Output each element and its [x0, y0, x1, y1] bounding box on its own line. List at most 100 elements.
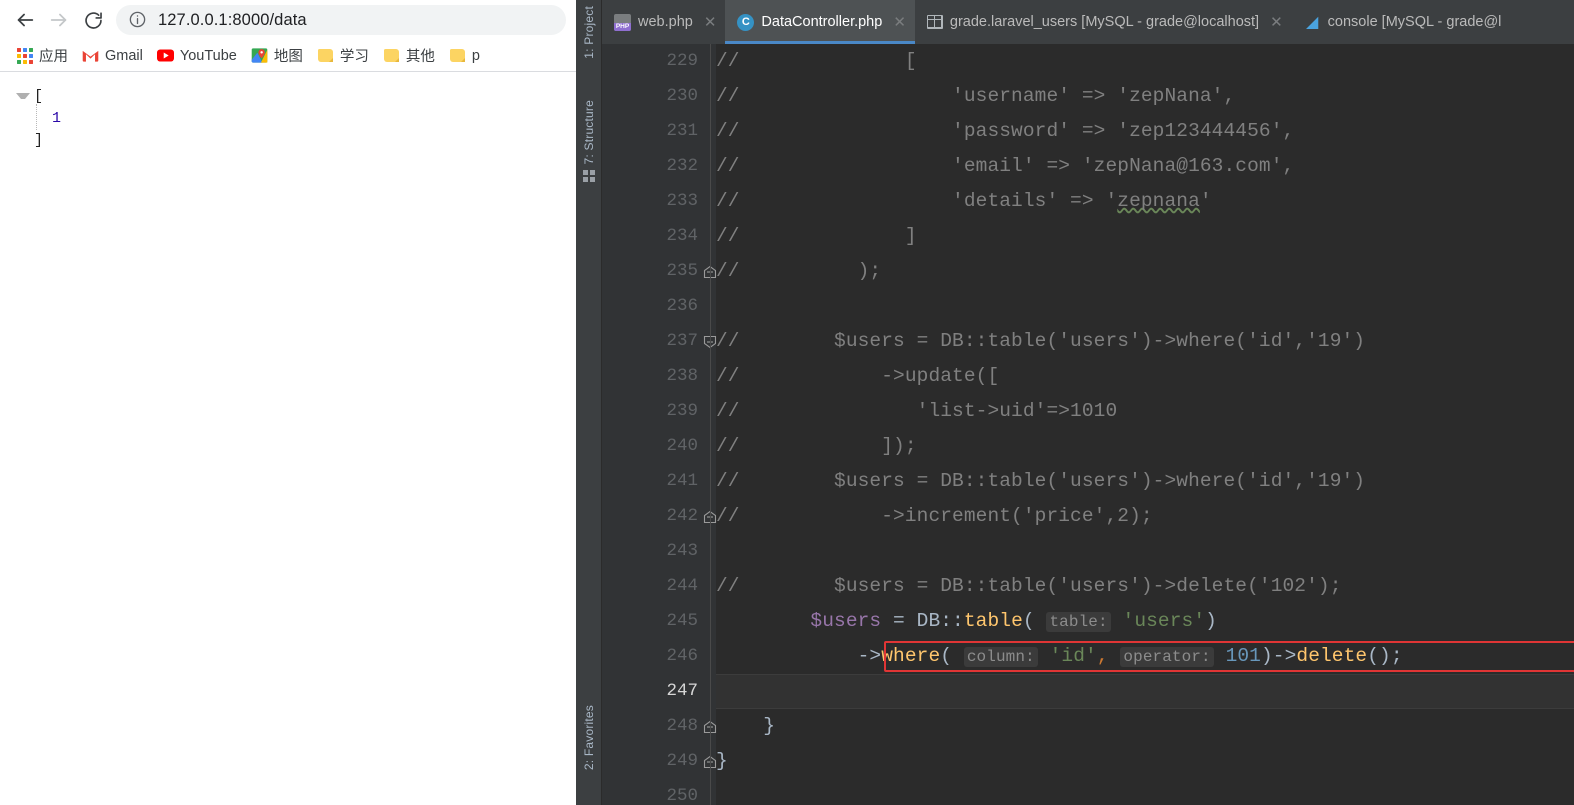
code-line[interactable]: // ] — [716, 219, 1574, 254]
close-icon[interactable]: ✕ — [1270, 15, 1283, 30]
gutter-line[interactable]: 231 — [602, 114, 716, 149]
gutter-line[interactable]: 244 — [602, 569, 716, 604]
bookmark-folder-other[interactable]: 其他 — [377, 42, 443, 69]
tab-label: grade.laravel_users [MySQL - grade@local… — [949, 14, 1260, 30]
gutter-line[interactable]: 229 — [602, 44, 716, 79]
gutter-line[interactable]: 248 — [602, 709, 717, 744]
gutter-line[interactable]: 247 — [602, 674, 716, 709]
code-line[interactable]: // 'username' => 'zepNana', — [716, 79, 1574, 114]
db-console-icon: ◢ — [1306, 13, 1319, 31]
code-line[interactable]: return [$users]; — [716, 674, 1574, 709]
tool-window-project[interactable]: 1: Project — [576, 6, 602, 78]
code-line[interactable]: // ); — [716, 254, 1574, 289]
code-line[interactable]: $users = DB::table( table: 'users') — [716, 604, 1574, 639]
json-value: 1 — [52, 110, 62, 127]
json-array-close-row: ] — [16, 130, 576, 152]
gutter-line[interactable]: 241 — [602, 464, 716, 499]
gutter-line[interactable]: 237 — [602, 324, 717, 359]
forward-button[interactable] — [42, 3, 76, 37]
code-line[interactable] — [716, 779, 1574, 805]
code-token: 'username' => 'zepNana', — [739, 85, 1236, 107]
bookmark-youtube[interactable]: YouTube — [151, 44, 245, 67]
code-token: ) — [1205, 610, 1217, 632]
gutter-line[interactable]: 238 — [602, 359, 716, 394]
tab-grade-laravel-users[interactable]: grade.laravel_users [MySQL - grade@local… — [915, 0, 1292, 44]
code-line[interactable]: ->where( column: 'id', operator: 101)->d… — [716, 639, 1574, 674]
site-info-icon[interactable] — [128, 10, 148, 30]
code-line[interactable]: // ]); — [716, 429, 1574, 464]
code-line[interactable] — [716, 289, 1574, 324]
code-token: $users = DB::table('users')->where('id',… — [739, 330, 1366, 352]
code-token: } — [716, 750, 728, 772]
bookmarks-bar: 应用 Gmail YouTube 地图 学习 其他 p — [0, 40, 576, 72]
back-button[interactable] — [8, 3, 42, 37]
gutter-line[interactable]: 239 — [602, 394, 716, 429]
close-icon[interactable]: ✕ — [704, 15, 717, 30]
gutter-line[interactable]: 230 — [602, 79, 716, 114]
gutter-line[interactable]: 235 — [602, 254, 717, 289]
gutter-line[interactable]: 245 — [602, 604, 716, 639]
folder-icon — [583, 65, 596, 78]
bookmark-gmail[interactable]: Gmail — [76, 44, 151, 67]
code-line[interactable]: } — [716, 709, 1574, 744]
close-icon[interactable]: ✕ — [893, 15, 906, 30]
code-line[interactable] — [716, 534, 1574, 569]
line-number: 236 — [666, 296, 698, 316]
code-line[interactable]: // $users = DB::table('users')->delete('… — [716, 569, 1574, 604]
tab-label: web.php — [638, 14, 693, 30]
code-line[interactable]: } — [716, 744, 1574, 779]
gutter-line[interactable]: 249 — [602, 744, 717, 779]
code-token: // — [716, 190, 740, 212]
gutter-line[interactable]: 234 — [602, 219, 716, 254]
address-bar[interactable]: 127.0.0.1:8000/data — [116, 5, 566, 35]
gutter-line[interactable]: 233 — [602, 184, 716, 219]
bookmark-apps[interactable]: 应用 — [10, 42, 76, 69]
tab-label: DataController.php — [761, 14, 883, 30]
gutter-line[interactable]: 246 — [602, 639, 716, 674]
code-line[interactable]: // 'email' => 'zepNana@163.com', — [716, 149, 1574, 184]
code-token: ]); — [739, 435, 917, 457]
tab-web-php[interactable]: web.php ✕ — [602, 0, 725, 44]
code-line[interactable]: // 'list->uid'=>1010 — [716, 394, 1574, 429]
code-line[interactable]: // 'password' => 'zep123444456', — [716, 114, 1574, 149]
bookmark-folder-truncated[interactable]: p — [443, 44, 488, 67]
bookmark-maps[interactable]: 地图 — [245, 42, 311, 69]
code-line[interactable]: // [ — [716, 44, 1574, 79]
tool-window-strip: 1: Project 7: Structure 2: Favorites — [576, 0, 602, 805]
line-number: 229 — [666, 51, 698, 71]
tool-window-structure[interactable]: 7: Structure — [576, 100, 602, 183]
gutter-line[interactable]: 243 — [602, 534, 716, 569]
gutter-line[interactable]: 232 — [602, 149, 716, 184]
code-editor[interactable]: 229 230 231 232 233 234 235 236 237 238 239 240 241 2… — [602, 44, 1574, 805]
gutter-line[interactable]: 250 — [602, 779, 716, 805]
php-class-icon: C — [737, 13, 755, 31]
code-token: // — [716, 260, 740, 282]
code-token: // — [716, 330, 740, 352]
json-value-row: 1 — [16, 108, 576, 130]
bookmark-folder-study[interactable]: 学习 — [311, 42, 377, 69]
collapse-triangle-icon[interactable] — [16, 93, 30, 99]
code-token: DB — [916, 610, 941, 632]
code-line[interactable]: // ->update([ — [716, 359, 1574, 394]
gutter-line[interactable]: 242 — [602, 499, 717, 534]
editor-gutter[interactable]: 229 230 231 232 233 234 235 236 237 238 239 240 241 2… — [602, 44, 717, 805]
reload-button[interactable] — [76, 3, 110, 37]
arrow-right-icon — [48, 9, 70, 31]
code-line[interactable]: // 'details' => 'zepnana' — [716, 184, 1574, 219]
maps-pin-icon — [251, 47, 268, 64]
code-line[interactable]: // $users = DB::table('users')->where('i… — [716, 324, 1574, 359]
gutter-line[interactable]: 236 — [602, 289, 716, 324]
json-response-viewer: [ 1 ] — [0, 72, 576, 152]
code-token: ; — [1390, 645, 1403, 667]
code-content[interactable]: // [// 'username' => 'zepNana',// 'passw… — [716, 44, 1574, 805]
gutter-line[interactable]: 240 — [602, 429, 716, 464]
code-token: ( — [940, 645, 964, 667]
tab-mysql-console[interactable]: ◢ console [MySQL - grade@l — [1292, 0, 1511, 44]
tool-window-favorites[interactable]: 2: Favorites — [576, 705, 602, 770]
bookmark-label: Gmail — [105, 47, 143, 64]
code-token: ->update([ — [739, 365, 1000, 387]
code-line[interactable]: // ->increment('price',2); — [716, 499, 1574, 534]
tab-datacontroller-php[interactable]: C DataController.php ✕ — [725, 0, 915, 44]
code-line[interactable]: // $users = DB::table('users')->where('i… — [716, 464, 1574, 499]
